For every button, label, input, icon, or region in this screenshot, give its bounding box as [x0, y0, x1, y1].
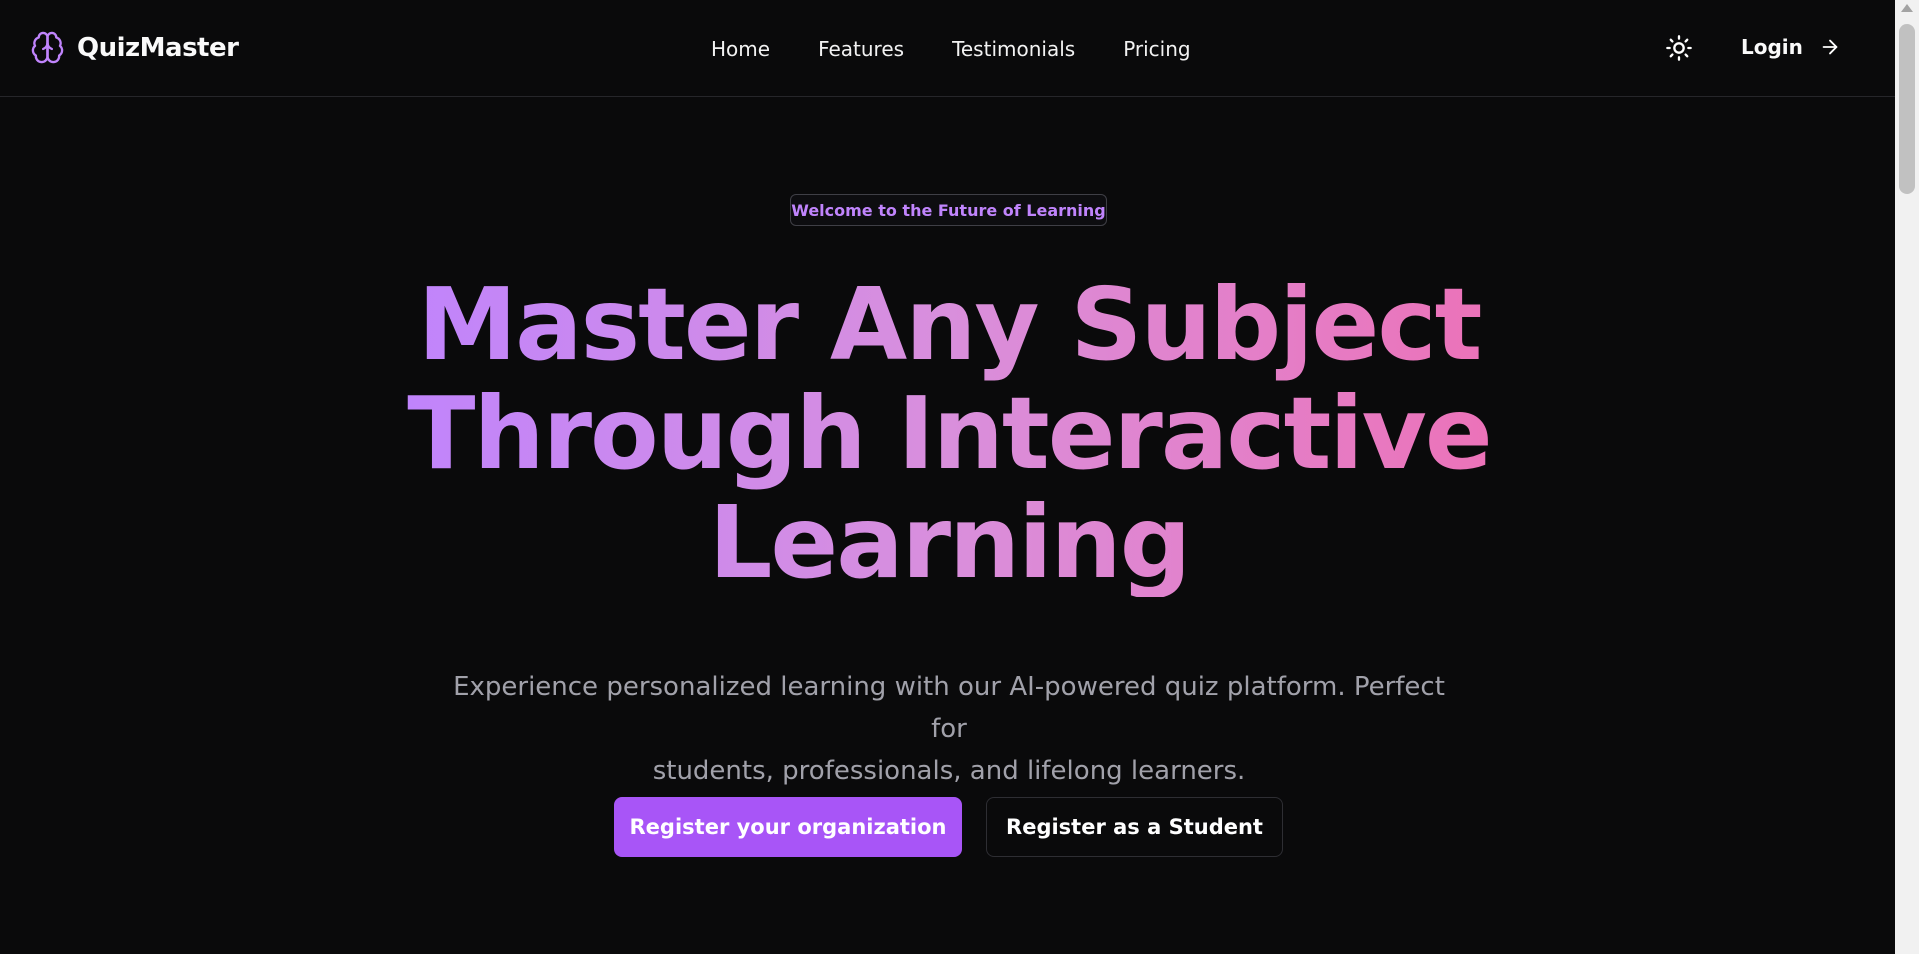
headline-line-3: Learning	[708, 484, 1190, 601]
nav-home[interactable]: Home	[711, 37, 770, 61]
main-nav: Home Features Testimonials Pricing	[711, 37, 1191, 61]
scroll-up-arrow-icon[interactable]	[1901, 4, 1913, 12]
nav-testimonials[interactable]: Testimonials	[952, 37, 1075, 61]
headline-line-1: Master Any Subject	[417, 266, 1481, 383]
register-organization-button[interactable]: Register your organization	[614, 797, 962, 857]
landing-page: QuizMaster Home Features Testimonials Pr…	[0, 0, 1919, 954]
theme-toggle-button[interactable]	[1664, 33, 1694, 63]
site-header: QuizMaster Home Features Testimonials Pr…	[0, 0, 1895, 97]
subtitle-line-2: students, professionals, and lifelong le…	[652, 756, 1246, 786]
brand-logo[interactable]: QuizMaster	[30, 30, 239, 65]
scroll-thumb[interactable]	[1899, 24, 1915, 194]
headline-line-2: Through Interactive	[407, 375, 1491, 492]
nav-pricing[interactable]: Pricing	[1123, 37, 1190, 61]
sun-icon	[1666, 35, 1692, 61]
vertical-scrollbar[interactable]	[1895, 0, 1919, 954]
brand-name: QuizMaster	[77, 32, 239, 63]
subtitle-line-1: Experience personalized learning with ou…	[453, 672, 1445, 744]
hero-badge: Welcome to the Future of Learning	[790, 194, 1107, 226]
login-label: Login	[1741, 35, 1803, 59]
register-student-button[interactable]: Register as a Student	[986, 797, 1283, 857]
login-button[interactable]: Login	[1741, 35, 1841, 59]
hero-subtitle: Experience personalized learning with ou…	[440, 666, 1458, 792]
brain-icon	[31, 31, 64, 64]
cta-group: Register your organization Register as a…	[614, 797, 1283, 857]
arrow-right-icon	[1822, 39, 1838, 55]
nav-features[interactable]: Features	[818, 37, 904, 61]
hero-headline: Master Any Subject Through Interactive L…	[400, 270, 1498, 597]
